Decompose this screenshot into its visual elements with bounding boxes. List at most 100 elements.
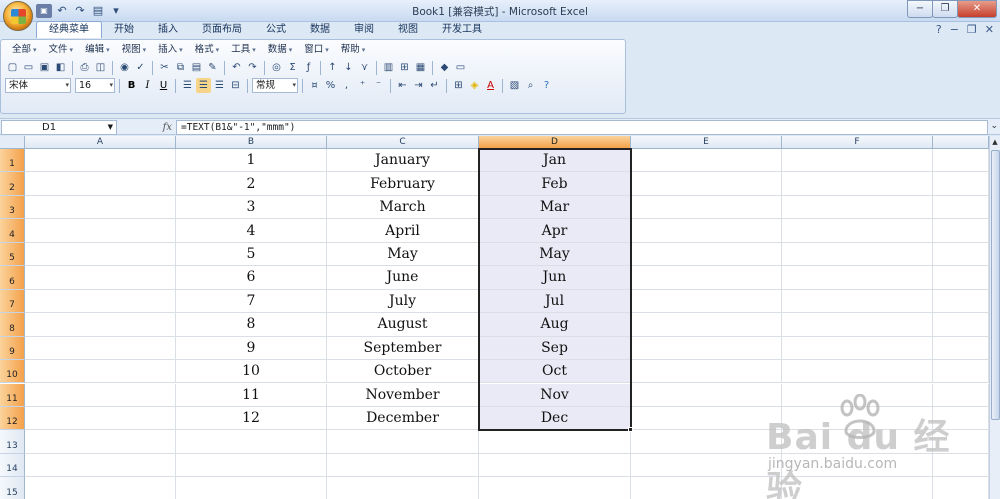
cell-a10[interactable] [25,360,176,384]
select-all-corner[interactable] [0,136,25,149]
close-workbook-icon[interactable]: ✕ [985,23,994,36]
number-format-select[interactable]: 常规 ▾ [252,78,298,93]
cell-d4[interactable]: Apr [479,219,631,243]
cell-a3[interactable] [25,195,176,220]
cell-f7[interactable] [782,289,933,314]
cell-f11[interactable] [782,383,933,407]
tab-data[interactable]: 数据 [298,22,342,38]
cell-b11[interactable]: 11 [176,383,327,407]
row-header-2[interactable]: 2 [0,172,25,196]
cell-a5[interactable] [25,242,176,267]
decrease-decimal-icon[interactable]: ⁻ [371,78,386,93]
row-header-15[interactable]: 15 [0,477,25,499]
cell-c15[interactable] [327,477,479,499]
cell-g9[interactable] [933,336,989,361]
font-size-select[interactable]: 16 ▾ [75,78,115,93]
minimize-button[interactable]: − [907,0,933,18]
cell-f4[interactable] [782,219,933,243]
underline-button[interactable]: U [156,78,171,93]
cell-a13[interactable] [25,430,176,454]
cell-d10[interactable]: Oct [479,360,631,384]
wrap-text-icon[interactable]: ↵ [427,78,442,93]
folder-icon[interactable]: ▭ [453,60,468,75]
increase-indent-icon[interactable]: ⇥ [411,78,426,93]
insert-function-button[interactable]: fx [118,120,176,135]
cell-d13[interactable] [479,430,631,454]
column-header-partial[interactable] [933,136,989,149]
save-icon[interactable]: ▣ [37,60,52,75]
spelling-icon[interactable]: ✓ [133,60,148,75]
font-color-icon[interactable]: A [483,78,498,93]
cell-b4[interactable]: 4 [176,219,327,243]
fill-color-icon[interactable]: ◈ [467,78,482,93]
align-center-icon[interactable]: ☰ [196,78,211,93]
cell-e5[interactable] [631,242,782,267]
cell-f2[interactable] [782,172,933,196]
menu-all[interactable]: 全部 ▾ [7,43,42,57]
cell-b8[interactable]: 8 [176,313,327,337]
menu-format[interactable]: 格式 ▾ [190,43,225,57]
zoom-icon[interactable]: ⌕ [523,78,538,93]
chart-icon[interactable]: ▥ [381,60,396,75]
cell-e12[interactable] [631,406,782,431]
cell-a6[interactable] [25,266,176,290]
row-header-5[interactable]: 5 [0,242,25,267]
cut-icon[interactable]: ✂ [157,60,172,75]
cell-d5[interactable]: May [479,242,631,267]
cell-c3[interactable]: March [327,195,479,220]
row-header-12[interactable]: 12 [0,406,25,431]
cell-b12[interactable]: 12 [176,406,327,431]
cell-e3[interactable] [631,195,782,220]
row-header-11[interactable]: 11 [0,383,25,407]
cell-g1[interactable] [933,149,989,173]
tab-review[interactable]: 审阅 [342,22,386,38]
column-header-d[interactable]: D [479,136,631,149]
cell-g15[interactable] [933,477,989,499]
cell-e13[interactable] [631,430,782,454]
percent-button[interactable]: % [323,78,338,93]
cell-b14[interactable] [176,453,327,478]
cell-e8[interactable] [631,313,782,337]
pivot-table-icon[interactable]: ⊞ [397,60,412,75]
new-file-icon[interactable]: ▢ [5,60,20,75]
cell-g10[interactable] [933,360,989,384]
cell-f12[interactable] [782,406,933,431]
drawing-icon[interactable]: ◆ [437,60,452,75]
cell-e1[interactable] [631,149,782,173]
borders-icon[interactable]: ⊞ [451,78,466,93]
image-icon[interactable]: ▧ [507,78,522,93]
cell-f13[interactable] [782,430,933,454]
cell-f10[interactable] [782,360,933,384]
cell-e11[interactable] [631,383,782,407]
align-right-icon[interactable]: ☰ [212,78,227,93]
row-header-9[interactable]: 9 [0,336,25,361]
row-header-10[interactable]: 10 [0,360,25,384]
cell-e15[interactable] [631,477,782,499]
cell-f3[interactable] [782,195,933,220]
cell-d7[interactable]: Jul [479,289,631,314]
cell-a1[interactable] [25,149,176,173]
menu-data[interactable]: 数据 ▾ [263,43,298,57]
cell-c11[interactable]: November [327,383,479,407]
menu-tools[interactable]: 工具 ▾ [226,43,261,57]
cell-a4[interactable] [25,219,176,243]
cell-f9[interactable] [782,336,933,361]
cell-e6[interactable] [631,266,782,290]
cell-g2[interactable] [933,172,989,196]
italic-button[interactable]: I [140,78,155,93]
cell-b2[interactable]: 2 [176,172,327,196]
row-header-14[interactable]: 14 [0,453,25,478]
close-button[interactable]: ✕ [957,0,997,18]
cell-g4[interactable] [933,219,989,243]
insert-function-icon[interactable]: ƒ [301,60,316,75]
print-preview-icon[interactable]: ◫ [93,60,108,75]
cell-b1[interactable]: 1 [176,149,327,173]
cell-f5[interactable] [782,242,933,267]
cell-c2[interactable]: February [327,172,479,196]
vertical-scrollbar[interactable]: ▲ [989,136,1000,499]
cell-e4[interactable] [631,219,782,243]
research-icon[interactable]: ◉ [117,60,132,75]
cell-g13[interactable] [933,430,989,454]
row-header-4[interactable]: 4 [0,219,25,243]
row-header-13[interactable]: 13 [0,430,25,454]
